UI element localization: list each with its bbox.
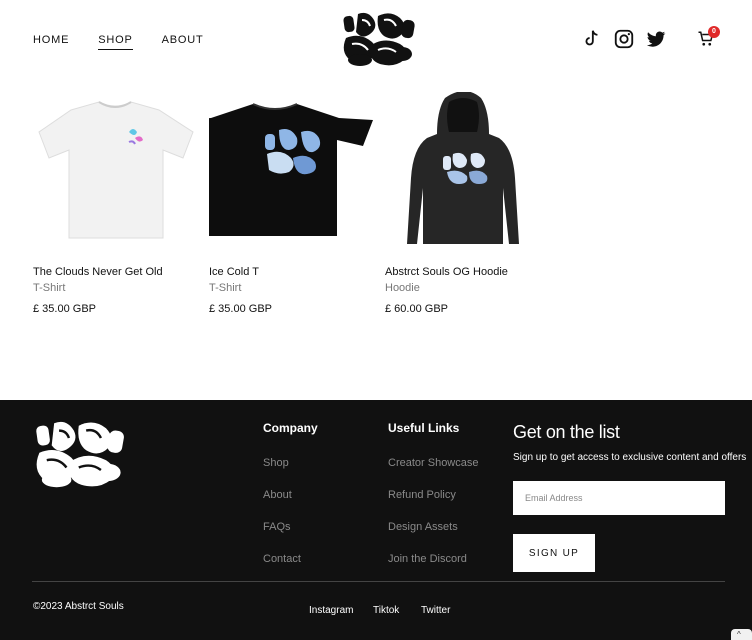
site-header: HOME SHOP ABOUT 0 [0,0,752,80]
footer-social-tiktok[interactable]: Tiktok [373,605,399,616]
email-field[interactable] [513,481,725,515]
signup-button[interactable]: SIGN UP [513,534,595,572]
nav-shop[interactable]: SHOP [98,33,133,50]
brand-logo[interactable] [340,10,418,68]
footer-link-contact[interactable]: Contact [263,553,301,565]
footer-company-heading: Company [263,421,318,435]
product-price: £ 60.00 GBP [385,303,448,315]
footer-social-instagram[interactable]: Instagram [309,605,353,616]
footer-link-faqs[interactable]: FAQs [263,521,291,533]
newsletter-section: Get on the list Sign up to get access to… [513,422,746,463]
footer-useful-heading: Useful Links [388,421,460,435]
footer-link-refund-policy[interactable]: Refund Policy [388,489,456,501]
product-name[interactable]: Ice Cold T [209,266,259,278]
chevron-up-icon: ^ [737,630,741,639]
product-price: £ 35.00 GBP [33,303,96,315]
newsletter-heading: Get on the list [513,422,620,442]
product-type: T-Shirt [209,282,242,294]
footer-useful-links-column: Useful Links Creator Showcase Refund Pol… [388,421,479,565]
chat-widget-toggle[interactable]: ^ [731,629,752,640]
footer-divider [32,581,725,582]
site-footer: Company Shop About FAQs Contact Useful L… [0,400,752,640]
product-image[interactable] [385,92,550,250]
footer-social-twitter[interactable]: Twitter [421,605,450,616]
footer-link-discord[interactable]: Join the Discord [388,553,467,565]
footer-link-shop[interactable]: Shop [263,457,289,469]
product-price: £ 35.00 GBP [209,303,272,315]
product-image[interactable] [209,92,374,250]
footer-brand-logo[interactable] [32,418,128,490]
twitter-icon[interactable] [645,28,667,50]
copyright-text: ©2023 Abstrct Souls [33,601,124,612]
product-name[interactable]: Abstrct Souls OG Hoodie [385,266,508,278]
instagram-icon[interactable] [613,28,635,50]
main-nav: HOME SHOP ABOUT [33,33,232,50]
nav-about[interactable]: ABOUT [162,33,204,50]
product-type: T-Shirt [33,282,66,294]
product-image[interactable] [33,92,198,250]
footer-link-design-assets[interactable]: Design Assets [388,521,458,533]
product-type: Hoodie [385,282,420,294]
product-grid: The Clouds Never Get Old T-Shirt £ 35.00… [33,92,573,322]
cart-count-badge: 0 [708,26,720,38]
newsletter-description: Sign up to get access to exclusive conte… [513,452,747,463]
product-name[interactable]: The Clouds Never Get Old [33,266,163,278]
footer-link-about[interactable]: About [263,489,292,501]
footer-company-column: Company Shop About FAQs Contact [263,421,318,565]
footer-link-creator-showcase[interactable]: Creator Showcase [388,457,479,469]
nav-home[interactable]: HOME [33,33,69,50]
tiktok-icon[interactable] [580,28,602,50]
